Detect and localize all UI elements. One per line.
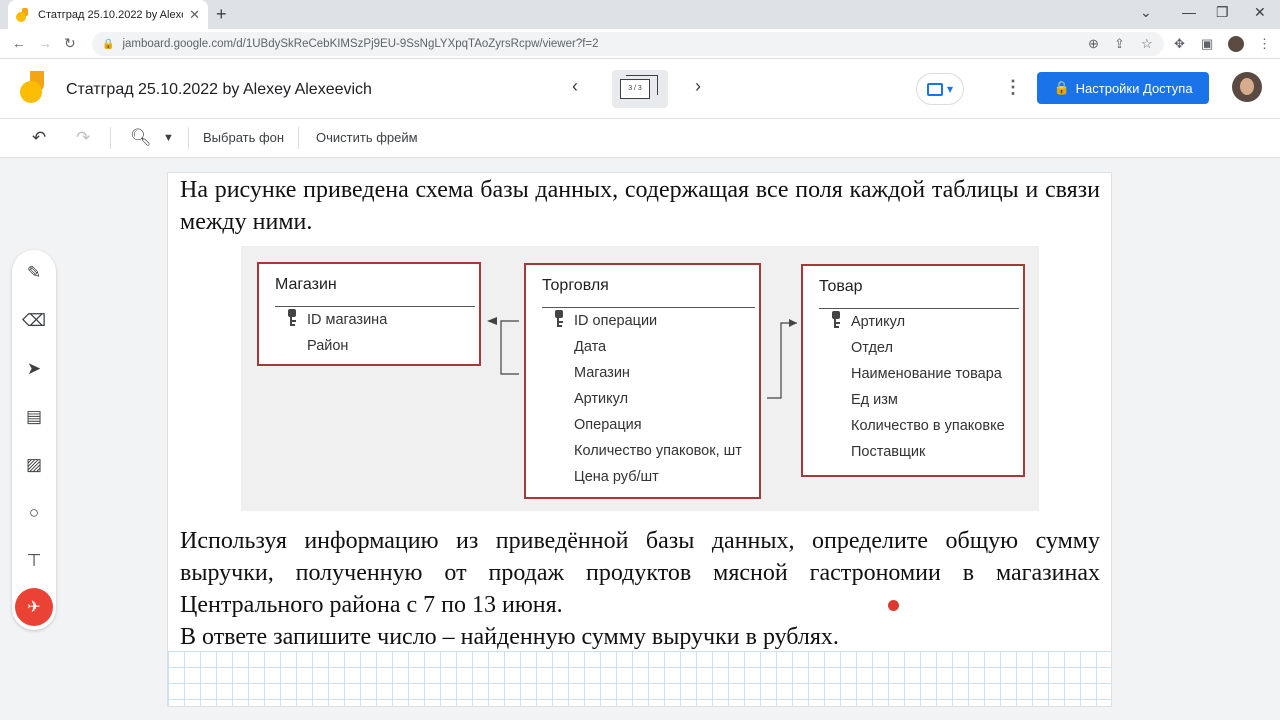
extensions-icon[interactable]: ✥ bbox=[1174, 36, 1185, 52]
table-field: Цена руб/шт bbox=[574, 469, 659, 485]
table-trade: Торговля ID операции Дата Магазин Артику… bbox=[524, 263, 761, 499]
drawing-tools-panel: ✎ ⌫ ➤ ▤ ▨ ○ ⊤ ✈ bbox=[12, 250, 56, 630]
text-box-icon[interactable]: ⊤ bbox=[12, 546, 56, 576]
select-icon[interactable]: ➤ bbox=[12, 354, 56, 384]
zoom-dropdown-icon[interactable]: ▼ bbox=[163, 132, 174, 144]
lock-icon: 🔒 bbox=[102, 38, 115, 50]
access-settings-label: Настройки Доступа bbox=[1075, 80, 1193, 96]
jamboard-logo-icon[interactable] bbox=[20, 71, 46, 105]
toolbar: ↶ ↷ 🔍︎ ▼ Выбрать фон Очистить фрейм bbox=[0, 119, 1280, 158]
user-avatar[interactable] bbox=[1232, 72, 1262, 102]
question-text: Используя информацию из приведённой базы… bbox=[180, 528, 1100, 618]
table-goods: Товар Артикул Отдел Наименование товара … bbox=[801, 264, 1025, 477]
lock-icon: 🔒 bbox=[1053, 80, 1070, 95]
table-field: Количество в упаковке bbox=[851, 418, 1005, 434]
laser-pointer-dot bbox=[888, 600, 899, 611]
next-frame-icon[interactable]: › bbox=[695, 76, 701, 97]
back-icon[interactable]: ← bbox=[12, 35, 26, 51]
profile-avatar[interactable] bbox=[1228, 36, 1244, 52]
table-field: ID операции bbox=[574, 313, 658, 329]
minimize-icon[interactable]: — bbox=[1182, 4, 1196, 20]
address-bar-row: ← → ↻ 🔒 jamboard.google.com/d/1UBdySkReC… bbox=[0, 29, 1280, 59]
side-panel-icon[interactable]: ▣ bbox=[1201, 36, 1213, 52]
window-close-icon[interactable]: ✕ bbox=[1254, 4, 1266, 21]
jam-frame-canvas[interactable]: На рисунке приведена схема базы данных, … bbox=[167, 172, 1112, 707]
circle-icon[interactable]: ○ bbox=[12, 498, 56, 528]
image-icon[interactable]: ▨ bbox=[12, 450, 56, 480]
table-field: Ед изм bbox=[851, 392, 898, 408]
tab-close-icon[interactable]: ✕ bbox=[189, 7, 200, 23]
table-field: Количество упаковок, шт bbox=[574, 443, 742, 459]
table-header: Товар bbox=[819, 278, 863, 295]
more-options-icon[interactable]: ⋮ bbox=[1004, 77, 1022, 98]
restore-icon[interactable]: ❐ bbox=[1216, 4, 1229, 21]
share-page-icon[interactable]: ⇪ bbox=[1114, 36, 1125, 52]
frame-bar-button[interactable]: 3 / 3 bbox=[612, 70, 668, 108]
app-header: Статград 25.10.2022 by Alexey Alexeevich… bbox=[0, 59, 1280, 119]
forward-icon[interactable]: → bbox=[38, 35, 52, 51]
undo-icon[interactable]: ↶ bbox=[32, 128, 46, 148]
table-field: Артикул bbox=[574, 391, 629, 407]
access-settings-button[interactable]: 🔒 Настройки Доступа bbox=[1037, 72, 1209, 104]
jamboard-favicon-icon bbox=[16, 7, 30, 22]
table-header: Торговля bbox=[542, 277, 609, 294]
redo-icon[interactable]: ↷ bbox=[76, 128, 90, 148]
open-in-icon[interactable]: ▾ bbox=[916, 73, 964, 105]
new-tab-icon[interactable]: + bbox=[216, 4, 227, 25]
answer-instruction-text: В ответе запишите число – найденную сумм… bbox=[180, 624, 839, 650]
browser-tab[interactable]: Статград 25.10.2022 by Alexey Ale ✕ bbox=[8, 0, 208, 29]
primary-key-icon bbox=[287, 309, 297, 327]
table-shop: Магазин ID магазина Район bbox=[257, 262, 481, 366]
url-field[interactable]: 🔒 jamboard.google.com/d/1UBdySkReCebKIMS… bbox=[92, 32, 1164, 56]
reload-icon[interactable]: ↻ bbox=[64, 35, 76, 52]
table-field: Операция bbox=[574, 417, 642, 433]
set-background-button[interactable]: Выбрать фон bbox=[203, 130, 284, 145]
tab-search-icon[interactable]: ⌄ bbox=[1140, 4, 1152, 21]
table-field: Район bbox=[307, 338, 349, 354]
sticky-note-icon[interactable]: ▤ bbox=[12, 402, 56, 432]
primary-key-icon bbox=[831, 311, 841, 329]
table-field: ID магазина bbox=[307, 312, 388, 328]
table-field: Дата bbox=[574, 339, 607, 355]
bookmark-star-icon[interactable]: ☆ bbox=[1141, 36, 1153, 52]
eraser-icon[interactable]: ⌫ bbox=[12, 306, 56, 336]
table-field: Артикул bbox=[851, 314, 906, 330]
zoom-icon[interactable]: ⊕ bbox=[1088, 36, 1099, 52]
grid-background bbox=[168, 651, 1111, 706]
browser-tab-bar: Статград 25.10.2022 by Alexey Ale ✕ + ⌄ … bbox=[0, 0, 1280, 29]
table-field: Наименование товара bbox=[851, 366, 1002, 382]
browser-menu-icon[interactable]: ⋮ bbox=[1258, 36, 1271, 52]
pen-icon[interactable]: ✎ bbox=[12, 258, 56, 288]
url-text: jamboard.google.com/d/1UBdySkReCebKIMSzP… bbox=[122, 38, 599, 50]
document-title: Статград 25.10.2022 by Alexey Alexeevich bbox=[66, 81, 372, 98]
database-schema-image: Магазин ID магазина Район Торговля ID оп… bbox=[241, 246, 1039, 511]
intro-text: На рисунке приведена схема базы данных, … bbox=[180, 177, 1100, 235]
table-field: Поставщик bbox=[851, 444, 926, 460]
previous-frame-icon[interactable]: ‹ bbox=[572, 76, 578, 97]
clear-frame-button[interactable]: Очистить фрейм bbox=[316, 130, 418, 145]
table-field: Отдел bbox=[851, 340, 893, 356]
table-field: Магазин bbox=[574, 365, 630, 381]
primary-key-icon bbox=[554, 310, 564, 328]
zoom-icon[interactable]: 🔍︎ bbox=[130, 128, 152, 148]
laser-icon[interactable]: ✈ bbox=[15, 588, 53, 626]
frame-indicator: 3 / 3 bbox=[620, 79, 650, 99]
table-header: Магазин bbox=[275, 276, 337, 293]
tab-title: Статград 25.10.2022 by Alexey Ale bbox=[38, 8, 183, 21]
